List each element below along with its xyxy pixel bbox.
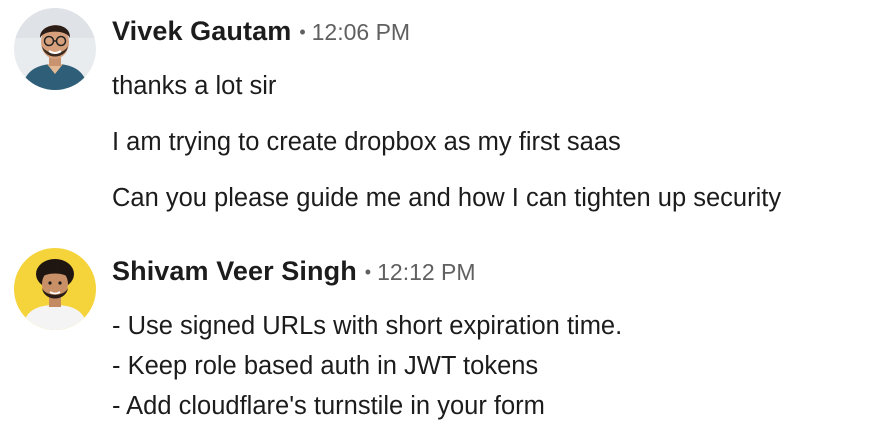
user-photo-avatar-icon: [14, 248, 96, 330]
header-separator: •: [299, 22, 306, 42]
message-text: Can you please guide me and how I can ti…: [112, 184, 782, 212]
avatar[interactable]: [14, 8, 96, 90]
avatar[interactable]: [14, 248, 96, 330]
timestamp[interactable]: 12:06 PM: [312, 19, 410, 45]
message-text: - Use signed URLs with short expiration …: [112, 312, 623, 340]
user-photo-avatar-icon: [14, 8, 96, 90]
message-header: Vivek Gautam • 12:06 PM: [112, 14, 410, 53]
timestamp[interactable]: 12:12 PM: [377, 259, 475, 285]
message-text: I am trying to create dropbox as my firs…: [112, 128, 621, 156]
message-text: thanks a lot sir: [112, 72, 277, 100]
author-name[interactable]: Shivam Veer Singh: [112, 256, 357, 286]
message-text: - Add cloudflare's turnstile in your for…: [112, 392, 545, 420]
message-text: - Keep role based auth in JWT tokens: [112, 352, 539, 380]
author-name[interactable]: Vivek Gautam: [112, 16, 291, 46]
message-header: Shivam Veer Singh • 12:12 PM: [112, 254, 476, 293]
header-separator: •: [364, 262, 372, 282]
